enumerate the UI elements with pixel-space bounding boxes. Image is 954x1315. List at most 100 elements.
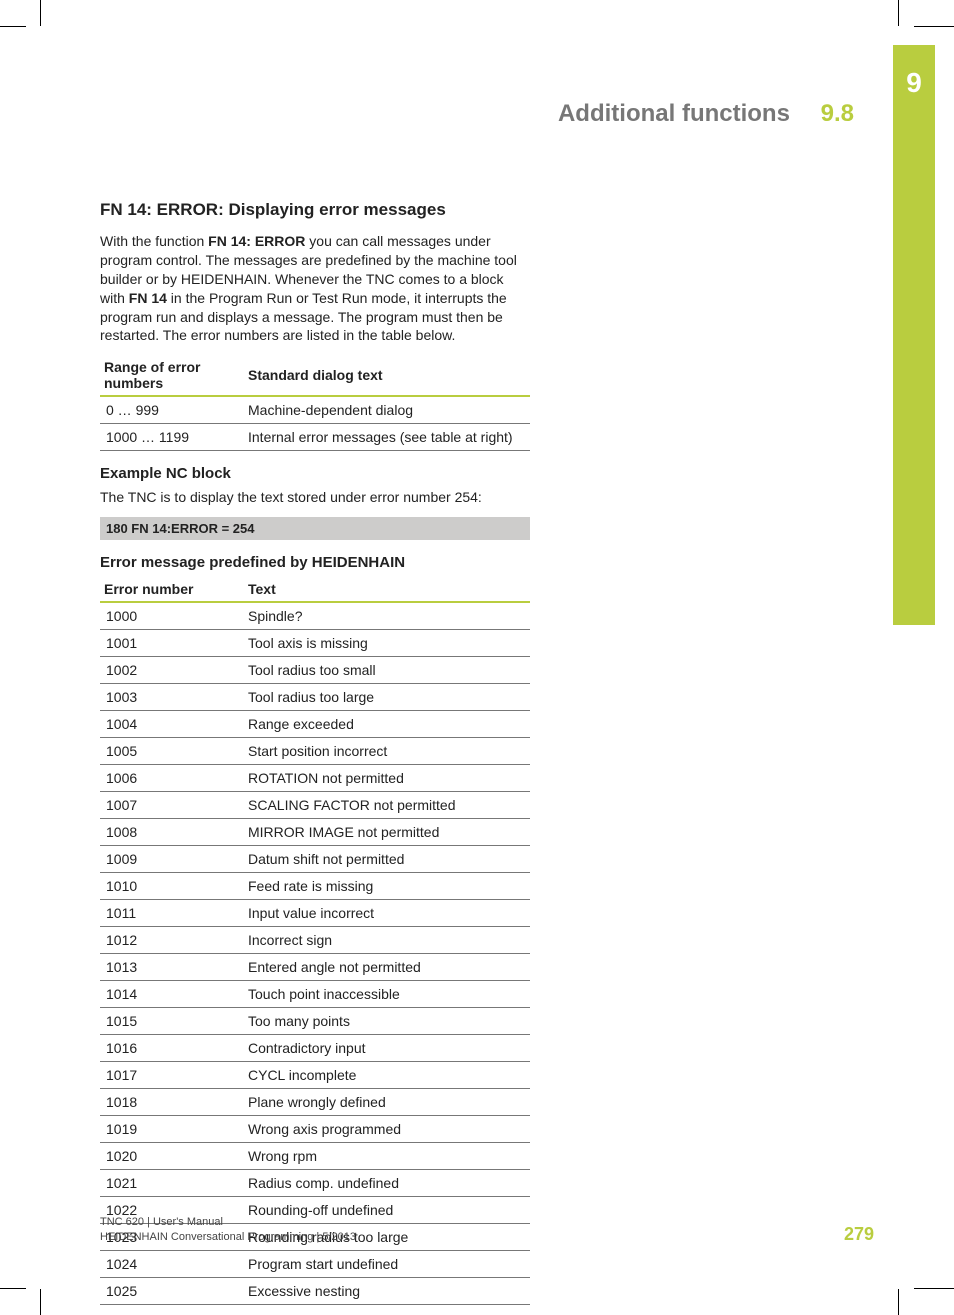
table-cell: 1018 — [100, 1089, 242, 1116]
page-number: 279 — [844, 1224, 874, 1245]
example-code: 180 FN 14:ERROR = 254 — [100, 517, 530, 540]
intro-bold: FN 14: ERROR — [208, 233, 305, 249]
table-row: 1014Touch point inaccessible — [100, 981, 530, 1008]
table-cell: Tool radius too small — [242, 657, 530, 684]
table-cell: 1017 — [100, 1062, 242, 1089]
table-cell: ROTATION not permitted — [242, 765, 530, 792]
table-cell: Program start undefined — [242, 1251, 530, 1278]
table-cell: Spindle? — [242, 602, 530, 630]
table-cell: 1005 — [100, 738, 242, 765]
table-cell: 1006 — [100, 765, 242, 792]
table-row: 1018Plane wrongly defined — [100, 1089, 530, 1116]
table-cell: Feed rate is missing — [242, 873, 530, 900]
table-cell: 1009 — [100, 846, 242, 873]
table-cell: Incorrect sign — [242, 927, 530, 954]
table-cell: 1024 — [100, 1251, 242, 1278]
table-row: 1003Tool radius too large — [100, 684, 530, 711]
table-cell: 1025 — [100, 1278, 242, 1305]
table-cell: Start position incorrect — [242, 738, 530, 765]
table-cell: Radius comp. undefined — [242, 1170, 530, 1197]
crop-mark — [898, 0, 899, 26]
footer: TNC 620 | User's Manual HEIDENHAIN Conve… — [100, 1215, 356, 1245]
table-header-row: Error number Text — [100, 577, 530, 602]
table-cell: MIRROR IMAGE not permitted — [242, 819, 530, 846]
table-cell: 1014 — [100, 981, 242, 1008]
table-cell: 1011 — [100, 900, 242, 927]
table-cell: 1021 — [100, 1170, 242, 1197]
table-row: 1005Start position incorrect — [100, 738, 530, 765]
example-title: Example NC block — [100, 465, 530, 482]
table-cell: 1008 — [100, 819, 242, 846]
table-cell: Plane wrongly defined — [242, 1089, 530, 1116]
table-cell: 1007 — [100, 792, 242, 819]
table-cell: 1004 — [100, 711, 242, 738]
intro-bold: FN 14 — [129, 290, 167, 306]
table-cell: Internal error messages (see table at ri… — [242, 424, 530, 451]
table-header-row: Range of error numbers Standard dialog t… — [100, 355, 530, 396]
table-header: Standard dialog text — [242, 355, 530, 396]
table-row: 1000 … 1199Internal error messages (see … — [100, 424, 530, 451]
table-header: Range of error numbers — [100, 355, 242, 396]
table-cell: 1012 — [100, 927, 242, 954]
table-row: 1015Too many points — [100, 1008, 530, 1035]
table-cell: Excessive nesting — [242, 1278, 530, 1305]
table-row: 0 … 999Machine-dependent dialog — [100, 396, 530, 424]
table-cell: 1020 — [100, 1143, 242, 1170]
table-row: 1008MIRROR IMAGE not permitted — [100, 819, 530, 846]
error-table: Error number Text 1000Spindle?1001Tool a… — [100, 577, 530, 1305]
error-table-title: Error message predefined by HEIDENHAIN — [100, 554, 530, 571]
table-cell: Input value incorrect — [242, 900, 530, 927]
table-row: 1016Contradictory input — [100, 1035, 530, 1062]
table-row: 1009Datum shift not permitted — [100, 846, 530, 873]
table-cell: 1000 — [100, 602, 242, 630]
crop-mark — [0, 1288, 26, 1289]
table-cell: 1019 — [100, 1116, 242, 1143]
section-number: 9.8 — [821, 100, 854, 127]
table-cell: Tool radius too large — [242, 684, 530, 711]
table-cell: Wrong axis programmed — [242, 1116, 530, 1143]
crop-mark — [914, 1288, 954, 1289]
table-row: 1021Radius comp. undefined — [100, 1170, 530, 1197]
table-cell: Too many points — [242, 1008, 530, 1035]
crop-mark — [0, 26, 26, 27]
table-row: 1006ROTATION not permitted — [100, 765, 530, 792]
table-row: 1002Tool radius too small — [100, 657, 530, 684]
table-row: 1004Range exceeded — [100, 711, 530, 738]
table-cell: 1003 — [100, 684, 242, 711]
table-row: 1011Input value incorrect — [100, 900, 530, 927]
table-row: 1001Tool axis is missing — [100, 630, 530, 657]
table-cell: Tool axis is missing — [242, 630, 530, 657]
heading: FN 14: ERROR: Displaying error messages — [100, 200, 530, 220]
table-cell: 1000 … 1199 — [100, 424, 242, 451]
table-row: 1019Wrong axis programmed — [100, 1116, 530, 1143]
table-row: 1025Excessive nesting — [100, 1278, 530, 1305]
table-row: 1020Wrong rpm — [100, 1143, 530, 1170]
table-cell: CYCL incomplete — [242, 1062, 530, 1089]
footer-line: HEIDENHAIN Conversational Programming | … — [100, 1230, 356, 1245]
crop-mark — [914, 26, 954, 27]
intro-paragraph: With the function FN 14: ERROR you can c… — [100, 232, 530, 345]
intro-text: With the function — [100, 233, 208, 249]
crop-mark — [898, 1289, 899, 1315]
table-cell: Datum shift not permitted — [242, 846, 530, 873]
table-row: 1024Program start undefined — [100, 1251, 530, 1278]
table-cell: Contradictory input — [242, 1035, 530, 1062]
table-cell: SCALING FACTOR not permitted — [242, 792, 530, 819]
table-cell: Entered angle not permitted — [242, 954, 530, 981]
table-cell: 1015 — [100, 1008, 242, 1035]
table-cell: 1013 — [100, 954, 242, 981]
content-column: FN 14: ERROR: Displaying error messages … — [100, 200, 530, 1315]
crop-mark — [40, 0, 41, 26]
table-cell: Touch point inaccessible — [242, 981, 530, 1008]
table-cell: 1001 — [100, 630, 242, 657]
table-cell: Machine-dependent dialog — [242, 396, 530, 424]
table-header: Text — [242, 577, 530, 602]
table-row: 1007SCALING FACTOR not permitted — [100, 792, 530, 819]
section-title: Additional functions — [558, 100, 790, 127]
page: 9 Additional functions 9.8 FN 14: ERROR:… — [0, 0, 954, 1315]
range-table: Range of error numbers Standard dialog t… — [100, 355, 530, 451]
table-row: 1013Entered angle not permitted — [100, 954, 530, 981]
table-row: 1010Feed rate is missing — [100, 873, 530, 900]
table-row: 1000Spindle? — [100, 602, 530, 630]
table-cell: 1010 — [100, 873, 242, 900]
